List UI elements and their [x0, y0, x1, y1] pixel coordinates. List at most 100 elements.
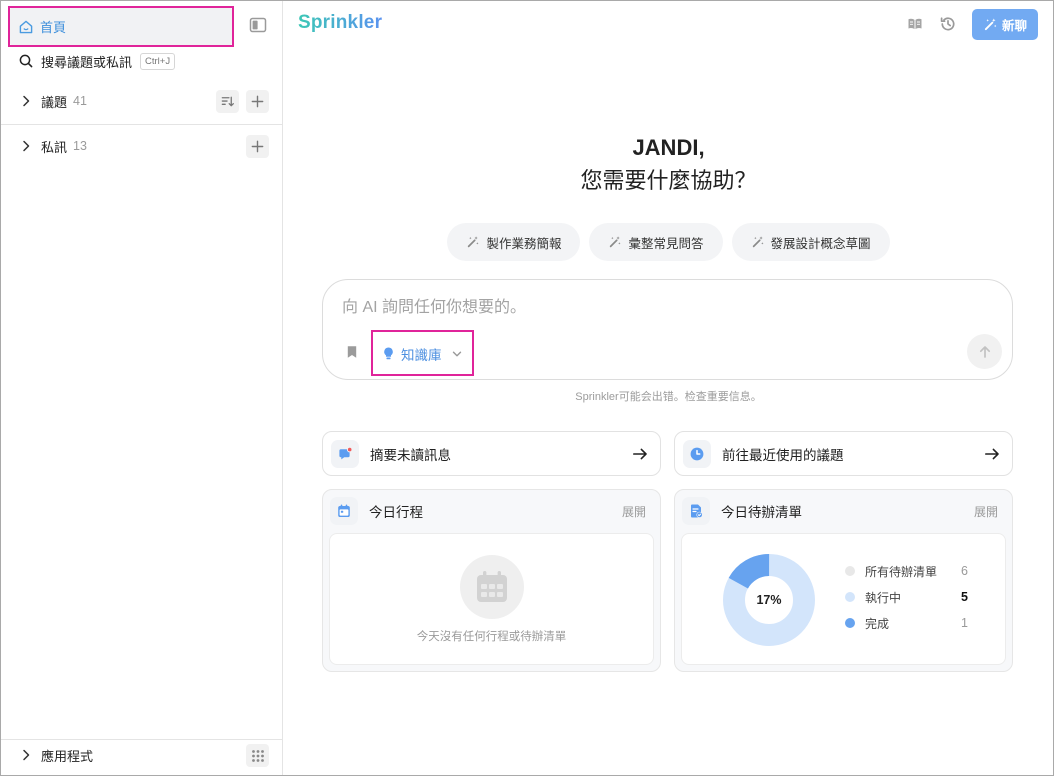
- recent-clock-icon: [689, 446, 705, 462]
- chevron-right-icon[interactable]: [18, 747, 34, 763]
- sidebar-divider: [0, 124, 282, 125]
- sidebar-section-topics[interactable]: 議題 41: [18, 90, 87, 112]
- suggestion-chips: 製作業務簡報 彙整常見問答 發展設計概念草圖: [283, 223, 1054, 261]
- sidebar-divider: [0, 739, 282, 740]
- widget-body: 今天沒有任何行程或待辦清單: [329, 533, 654, 665]
- legend-dot: [845, 592, 855, 602]
- unread-chat-icon: [337, 446, 353, 462]
- new-chat-label: 新聊: [1001, 19, 1027, 33]
- lightbulb-icon: [381, 346, 396, 361]
- calendar-icon: [336, 503, 352, 519]
- widget-title: 今日行程: [369, 505, 423, 520]
- knowledge-source-dropdown[interactable]: 知識庫: [372, 331, 473, 376]
- plus-icon: [250, 139, 265, 154]
- magic-wand-icon: [983, 17, 998, 32]
- section-label: 應用程式: [41, 748, 94, 764]
- arrow-up-icon: [977, 344, 993, 360]
- widget-header: 今日行程 展開: [330, 497, 646, 525]
- icon-tile: [682, 497, 710, 525]
- legend-row-in-progress: 執行中 5: [845, 589, 995, 605]
- empty-calendar-icon: [472, 567, 512, 607]
- plus-icon: [250, 94, 265, 109]
- app-window: 首頁 搜尋議題或私訊 Ctrl+J 議題 41 私訊 13 應用程式 Sprin…: [0, 0, 1054, 776]
- quick-action-label: 摘要未讀訊息: [370, 447, 451, 463]
- home-icon: [18, 19, 34, 35]
- greeting-name: JANDI,: [632, 135, 705, 160]
- legend-value: 6: [961, 564, 968, 578]
- grid-icon: [251, 749, 265, 763]
- magic-wand-icon: [751, 235, 765, 249]
- main-panel: Sprinkler 新聊 JANDI, 您需要什麼協助？ 製作業務簡報 彙整常見…: [283, 0, 1054, 776]
- chip-label: 製作業務簡報: [486, 236, 562, 251]
- today-schedule-widget: 今日行程 展開 今天沒有任何行程或待辦清單: [322, 489, 661, 672]
- empty-state-badge: [460, 555, 524, 619]
- search-icon: [18, 53, 34, 69]
- empty-state-text: 今天沒有任何行程或待辦清單: [416, 631, 567, 643]
- magic-wand-icon: [466, 235, 480, 249]
- suggestion-chip[interactable]: 彙整常見問答: [589, 223, 723, 261]
- icon-tile: [683, 439, 711, 468]
- legend-row-all: 所有待辦清單 6: [845, 563, 995, 579]
- sidebar-item-home[interactable]: 首頁: [10, 8, 232, 45]
- expand-schedule-button[interactable]: 展開: [622, 503, 646, 520]
- saved-prompts-button[interactable]: [344, 344, 360, 360]
- arrow-right-icon: [983, 445, 1001, 463]
- sort-topics-button[interactable]: [216, 90, 239, 113]
- magic-wand-icon: [608, 235, 622, 249]
- legend-dot: [845, 618, 855, 628]
- widget-header: 今日待辦清單 展開: [682, 497, 998, 525]
- widget-title: 今日待辦清單: [721, 505, 802, 520]
- icon-tile: [331, 439, 359, 468]
- history-icon: [939, 15, 957, 33]
- bookmark-icon: [344, 344, 360, 360]
- legend-label: 完成: [865, 616, 890, 631]
- sidebar-panel-icon: [248, 15, 268, 35]
- legend-label: 執行中: [865, 590, 902, 605]
- new-chat-button[interactable]: 新聊: [972, 9, 1038, 40]
- app-title: Sprinkler: [298, 12, 383, 33]
- ai-disclaimer: Sprinkler可能会出错。检查重要信息。: [575, 391, 762, 403]
- send-button[interactable]: [967, 334, 1002, 369]
- widget-body: 17% 所有待辦清單 6 執行中 5 完成 1: [681, 533, 1006, 665]
- sidebar-section-apps[interactable]: 應用程式: [18, 744, 93, 766]
- add-message-button[interactable]: [246, 135, 269, 158]
- chevron-right-icon[interactable]: [18, 93, 34, 109]
- search-topics-messages[interactable]: 搜尋議題或私訊 Ctrl+J: [18, 50, 176, 72]
- add-topic-button[interactable]: [246, 90, 269, 113]
- suggestion-chip[interactable]: 發展設計概念草圖: [731, 223, 890, 261]
- quick-action-label: 前往最近使用的議題: [722, 447, 844, 463]
- chip-label: 發展設計概念草圖: [770, 236, 871, 251]
- apps-grid-button[interactable]: [246, 744, 269, 767]
- summarize-unread-card[interactable]: 摘要未讀訊息: [322, 431, 661, 476]
- sidebar: 首頁 搜尋議題或私訊 Ctrl+J 議題 41 私訊 13 應用程式: [0, 0, 283, 776]
- legend-dot: [845, 566, 855, 576]
- knowledge-source-label: 知識庫: [401, 347, 442, 363]
- sidebar-section-messages[interactable]: 私訊 13: [18, 135, 87, 157]
- history-button[interactable]: [939, 15, 957, 38]
- sidebar-toggle-button[interactable]: [248, 15, 268, 35]
- chevron-right-icon[interactable]: [18, 138, 34, 154]
- prompt-input[interactable]: [342, 297, 982, 323]
- legend-value: 5: [961, 590, 968, 604]
- icon-tile: [330, 497, 358, 525]
- guide-book-button[interactable]: [907, 16, 923, 37]
- shortcut-badge: Ctrl+J: [140, 52, 176, 70]
- legend-value: 1: [961, 616, 968, 630]
- messages-count: 13: [73, 139, 87, 153]
- legend-label: 所有待辦清單: [865, 564, 938, 579]
- section-label: 私訊: [41, 139, 68, 155]
- section-label: 議題: [41, 94, 68, 110]
- today-todo-widget: 今日待辦清單 展開 17% 所有待辦清單 6 執行中 5 完成 1: [674, 489, 1013, 672]
- expand-todos-button[interactable]: 展開: [974, 503, 998, 520]
- sort-icon: [220, 94, 235, 109]
- sidebar-item-label: 首頁: [40, 20, 67, 35]
- chevron-down-icon: [451, 348, 463, 360]
- suggestion-chip[interactable]: 製作業務簡報: [447, 223, 581, 261]
- arrow-right-icon: [631, 445, 649, 463]
- chip-label: 彙整常見問答: [628, 236, 704, 251]
- legend-row-done: 完成 1: [845, 615, 995, 631]
- todo-checklist-icon: [688, 503, 704, 519]
- recent-topic-card[interactable]: 前往最近使用的議題: [674, 431, 1013, 476]
- search-label: 搜尋議題或私訊: [41, 54, 133, 70]
- topics-count: 41: [73, 94, 87, 108]
